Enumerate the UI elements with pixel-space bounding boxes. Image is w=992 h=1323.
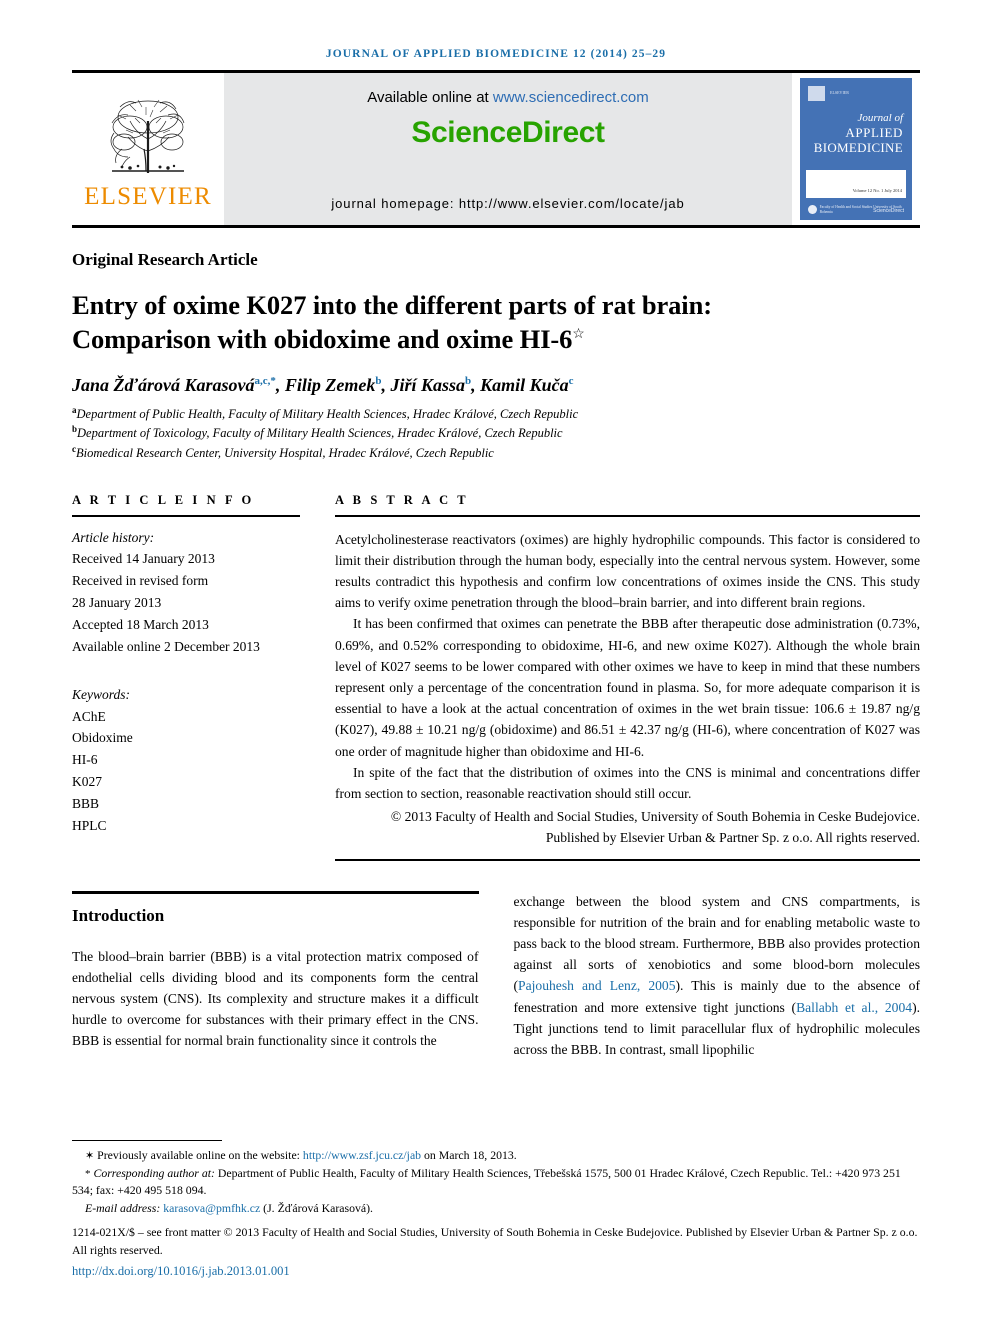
abstract-bottom-divider (335, 858, 920, 861)
affiliation-list: aDepartment of Public Health, Faculty of… (72, 404, 920, 463)
cover-title-line1: Journal of (857, 112, 903, 124)
affiliation-text: Department of Public Health, Faculty of … (76, 406, 579, 421)
sciencedirect-wordmark: ScienceDirect (411, 116, 605, 149)
keyword-item: HPLC (72, 817, 107, 833)
footnote-star-suffix: on March 18, 2013. (421, 1148, 517, 1163)
author-name: Filip Zemek (284, 374, 376, 395)
introduction-section: Introduction The blood–brain barrier (BB… (72, 890, 921, 1061)
keyword-item: AChE (72, 708, 106, 724)
article-history-item: Received in revised form (72, 573, 209, 589)
doi-link[interactable]: http://dx.doi.org/10.1016/j.jab.2013.01.… (72, 1264, 920, 1279)
footnote-star: ✶ Previously available online on the web… (72, 1147, 920, 1164)
article-history-item: Received 14 January 2013 (72, 551, 215, 567)
article-history-label: Article history: (72, 529, 155, 545)
keywords-block: Keywords: AChE Obidoxime HI-6 K027 BBB H… (72, 684, 300, 837)
footnote-corresponding-author: * Corresponding author at: Department of… (72, 1165, 920, 1200)
introduction-right-column: exchange between the blood system and CN… (514, 891, 921, 1061)
affiliation-item: aDepartment of Public Health, Faculty of… (72, 404, 920, 424)
keyword-item: Obidoxime (72, 730, 133, 746)
elsevier-logo: ELSEVIER (72, 73, 224, 225)
keyword-item: HI-6 (72, 752, 98, 768)
abstract-text: Acetylcholinesterase reactivators (oxime… (335, 529, 920, 805)
cover-title: Journal of APPLIED BIOMEDICINE (814, 112, 903, 156)
footnote-star-marker: ✶ (85, 1150, 95, 1163)
article-history-item: Accepted 18 March 2013 (72, 617, 209, 633)
citation-link[interactable]: Ballabh et al., 2004 (796, 1000, 912, 1015)
introduction-heading: Introduction (72, 905, 165, 925)
introduction-right-text: exchange between the blood system and CN… (514, 891, 921, 1061)
footnote-website-link[interactable]: http://www.zsf.jcu.cz/jab (303, 1148, 421, 1162)
article-history-block: Article history: Received 14 January 201… (72, 527, 300, 658)
footnote-corresponding-label: Corresponding author at: (90, 1165, 215, 1180)
abstract-column: A B S T R A C T Acetylcholinesterase rea… (335, 493, 920, 861)
affiliation-item: cBiomedical Research Center, University … (72, 443, 920, 463)
affiliation-text: Department of Toxicology, Faculty of Mil… (77, 426, 563, 441)
footnotes-block: ✶ Previously available online on the web… (72, 1140, 920, 1279)
cover-sciencedirect-text: ScienceDirect (873, 208, 904, 214)
author-name: Jiří Kassa (390, 374, 466, 395)
article-history-item: 28 January 2013 (72, 595, 162, 611)
keyword-item: K027 (72, 774, 102, 790)
author-affiliation-marker[interactable]: a,c,* (254, 375, 275, 387)
cover-volume-text: Volume 12 No. 1 July 2014 (852, 188, 902, 194)
affiliation-item: bDepartment of Toxicology, Faculty of Mi… (72, 423, 920, 443)
footnote-divider (72, 1140, 222, 1142)
available-online-text: Available online at (367, 89, 493, 106)
article-page: JOURNAL OF APPLIED BIOMEDICINE 12 (2014)… (0, 0, 992, 1323)
footnote-star-text: Previously available online on the websi… (94, 1148, 303, 1163)
article-info-heading: A R T I C L E I N F O (72, 492, 255, 507)
author-list: Jana Žďárová Karasováa,c,*, Filip Zemekb… (72, 374, 574, 395)
article-info-divider (72, 514, 300, 517)
journal-homepage-line[interactable]: journal homepage: http://www.elsevier.co… (331, 196, 684, 211)
elsevier-wordmark: ELSEVIER (84, 183, 212, 210)
journal-cover-card: ELSEVIER Journal of APPLIED BIOMEDICINE … (800, 78, 912, 220)
front-matter-line: 1214-021X/$ – see front matter © 2013 Fa… (72, 1225, 918, 1257)
author-name: Kamil Kuča (480, 374, 569, 395)
introduction-top-rule (72, 890, 479, 894)
page-title: Entry of oxime K027 into the different p… (72, 288, 920, 357)
introduction-left-column: Introduction The blood–brain barrier (BB… (72, 890, 479, 1061)
sciencedirect-url-link[interactable]: www.sciencedirect.com (493, 89, 649, 106)
sciencedirect-banner: Available online at www.sciencedirect.co… (224, 73, 792, 225)
cover-title-line3: BIOMEDICINE (813, 140, 903, 156)
cover-publisher-text: ELSEVIER (830, 90, 849, 95)
keyword-item: BBB (72, 796, 100, 812)
article-info-column: A R T I C L E I N F O Article history: R… (72, 493, 300, 861)
abstract-copyright: © 2013 Faculty of Health and Social Stud… (390, 809, 920, 846)
abstract-paragraph: Acetylcholinesterase reactivators (oxime… (335, 531, 920, 611)
affiliation-text: Biomedical Research Center, University H… (76, 446, 494, 461)
author-affiliation-marker[interactable]: c (569, 375, 574, 387)
abstract-paragraph: In spite of the fact that the distributi… (335, 764, 920, 802)
abstract-heading: A B S T R A C T (335, 492, 469, 507)
abstract-divider (335, 514, 920, 517)
info-abstract-section: A R T I C L E I N F O Article history: R… (72, 493, 920, 861)
article-type: Original Research Article (72, 250, 258, 269)
abstract-paragraph: It has been confirmed that oximes can pe… (335, 616, 920, 759)
running-head: JOURNAL OF APPLIED BIOMEDICINE 12 (2014)… (325, 48, 667, 60)
footnote-email-line: E-mail address: karasova@pmfhk.cz (J. Žď… (72, 1200, 920, 1217)
cover-publisher-icon (808, 86, 825, 101)
title-footnote-marker[interactable]: ☆ (572, 328, 585, 343)
available-online-line: Available online at www.sciencedirect.co… (367, 89, 649, 106)
article-title-line2: Comparison with obidoxime and oxime HI-6 (72, 324, 573, 355)
journal-cover-thumbnail: ELSEVIER Journal of APPLIED BIOMEDICINE … (792, 73, 920, 225)
article-history-item: Available online 2 December 2013 (72, 638, 260, 654)
keywords-label: Keywords: (72, 686, 130, 702)
citation-link[interactable]: Pajouhesh and Lenz, 2005 (518, 978, 676, 993)
cover-title-line2: APPLIED (845, 124, 903, 140)
article-title-line1: Entry of oxime K027 into the different p… (72, 290, 712, 320)
introduction-left-text: The blood–brain barrier (BBB) is a vital… (72, 948, 479, 1049)
author-name: Jana Žďárová Karasová (72, 374, 255, 395)
email-owner: (J. Žďárová Karasová). (260, 1200, 373, 1215)
elsevier-tree-icon (110, 99, 185, 173)
author-affiliation-marker[interactable]: b (375, 375, 381, 387)
journal-masthead: ELSEVIER Available online at www.science… (72, 70, 920, 228)
cover-society-icon (808, 205, 817, 215)
author-affiliation-marker[interactable]: b (465, 375, 471, 387)
email-label: E-mail address: (85, 1200, 164, 1215)
email-link[interactable]: karasova@pmfhk.cz (163, 1201, 260, 1215)
